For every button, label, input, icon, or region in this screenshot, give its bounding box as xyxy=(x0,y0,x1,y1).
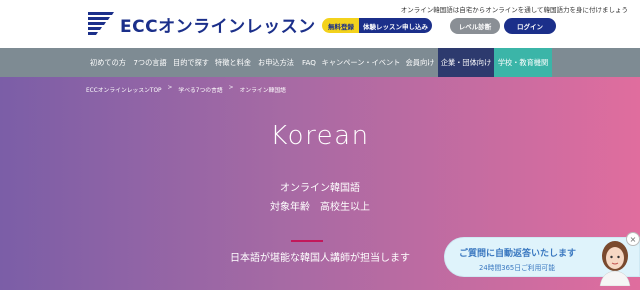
nav-item-first-time[interactable]: 初めての方 xyxy=(86,48,130,77)
chat-title: ご質問に自動返答いたします xyxy=(459,249,577,259)
nav-item-campaign[interactable]: キャンペーン・イベント xyxy=(320,48,402,77)
chat-avatar-icon[interactable] xyxy=(596,238,634,287)
page-title: Korean xyxy=(270,121,370,151)
breadcrumb-separator: > xyxy=(167,85,173,91)
nav-item-school[interactable]: 学校・教育機関 xyxy=(494,48,552,77)
chat-subtitle: 24時間365日ご利用可能 xyxy=(479,264,555,272)
nav-item-corporate[interactable]: 企業・団体向け xyxy=(438,48,494,77)
logo-text: ECCオンラインレッスン xyxy=(120,16,316,37)
page-subtitle: オンライン韓国語 xyxy=(280,183,360,194)
nav-item-features[interactable]: 特徴と料金 xyxy=(212,48,254,77)
level-check-button[interactable]: レベル診断 xyxy=(450,18,500,34)
target-age: 対象年齢 高校生以上 xyxy=(270,202,370,213)
header-tagline: オンライン韓国語は自宅からオンラインを通して韓国語力を身に付けましょう xyxy=(400,6,628,14)
hero-divider xyxy=(291,240,323,242)
breadcrumb-current: オンライン韓国語 xyxy=(239,88,286,94)
ecc-logo-icon xyxy=(86,9,116,39)
main-nav: 初めての方 7つの言語 目的で探す 特徴と料金 お申込方法 FAQ キャンペーン… xyxy=(0,48,640,77)
free-signup-button[interactable]: 無料登録 xyxy=(322,18,360,33)
breadcrumb: ECCオンラインレッスンTOP > 学べる7つの言語 > オンライン韓国語 xyxy=(86,85,286,94)
nav-item-languages[interactable]: 7つの言語 xyxy=(130,48,170,77)
trial-lesson-button[interactable]: 体験レッスン申し込み xyxy=(359,18,432,33)
nav-item-members[interactable]: 会員向け xyxy=(402,48,438,77)
breadcrumb-languages-link[interactable]: 学べる7つの言語 xyxy=(178,85,222,94)
nav-item-apply[interactable]: お申込方法 xyxy=(254,48,298,77)
nav-item-faq[interactable]: FAQ xyxy=(298,48,320,77)
chat-close-button[interactable]: × xyxy=(626,232,640,246)
site-logo[interactable]: ECCオンラインレッスン xyxy=(86,9,316,39)
site-header: オンライン韓国語は自宅からオンラインを通して韓国語力を身に付けましょう ECCオ… xyxy=(0,0,640,48)
nav-item-purpose[interactable]: 目的で探す xyxy=(170,48,212,77)
breadcrumb-separator: > xyxy=(228,85,234,91)
breadcrumb-top-link[interactable]: ECCオンラインレッスンTOP xyxy=(86,85,162,94)
login-button[interactable]: ログイン xyxy=(504,18,556,34)
